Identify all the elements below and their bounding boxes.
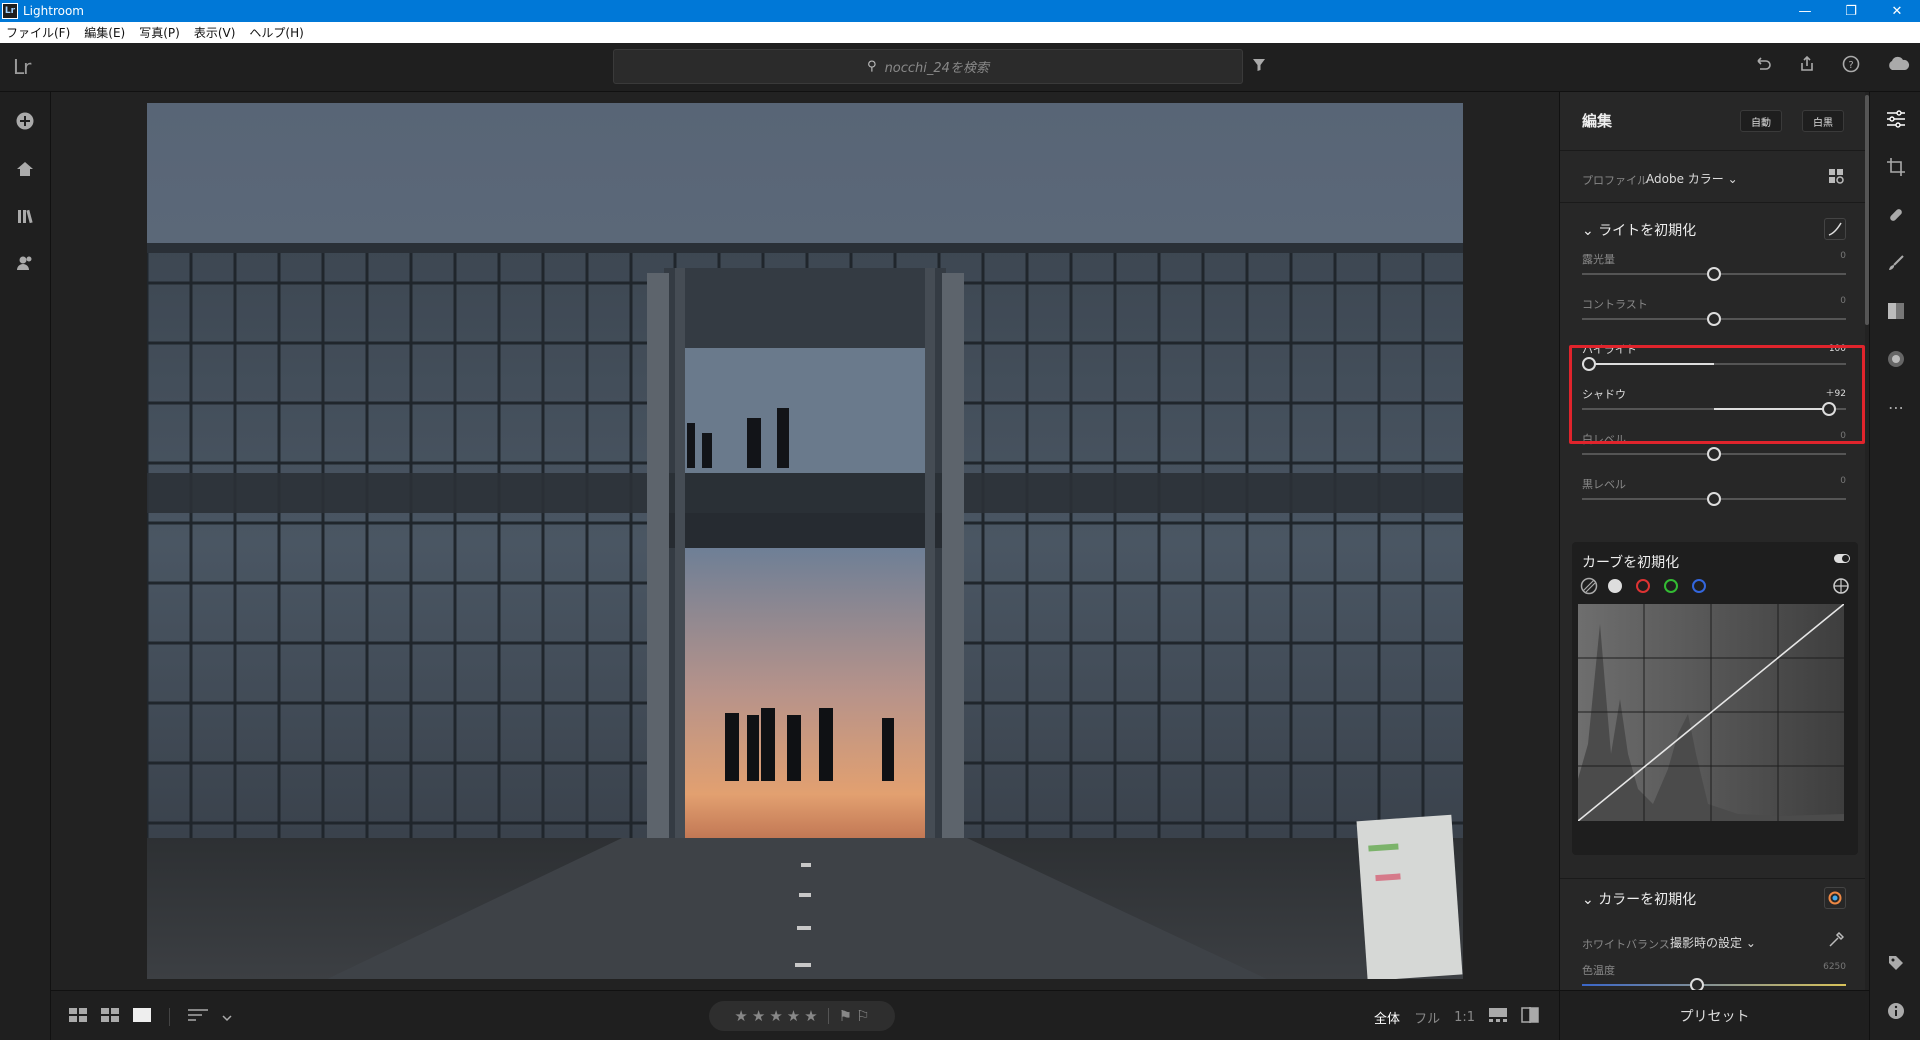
grid-view-icon[interactable] xyxy=(69,1007,87,1026)
star-4-icon[interactable]: ★ xyxy=(787,1007,800,1025)
chevron-down-icon[interactable] xyxy=(222,1007,232,1026)
zoom-1to1-button[interactable]: 1:1 xyxy=(1454,1010,1475,1025)
close-icon[interactable]: ✕ xyxy=(1874,0,1920,22)
divider xyxy=(1560,202,1869,203)
wb-label: ホワイトバランス xyxy=(1582,938,1670,951)
linear-gradient-icon[interactable] xyxy=(1885,300,1907,322)
sort-icon[interactable] xyxy=(188,1007,208,1026)
healing-icon[interactable] xyxy=(1885,204,1907,226)
lightroom-app-icon: Lr xyxy=(2,3,18,19)
menu-help[interactable]: ヘルプ(H) xyxy=(249,24,303,41)
detail-view-icon[interactable] xyxy=(133,1007,151,1026)
menu-bar: ファイル(F) 編集(E) 写真(P) 表示(V) ヘルプ(H) xyxy=(0,22,1920,43)
eyedropper-icon[interactable] xyxy=(1828,931,1845,952)
window-titlebar: Lr Lightroom — ❐ ✕ xyxy=(0,0,1920,22)
edit-icon[interactable] xyxy=(1885,108,1907,130)
color-section-header[interactable]: ⌄ カラーを初期化 xyxy=(1582,889,1696,909)
slider-temperature[interactable]: 色温度 6250 xyxy=(1582,962,1846,990)
tag-icon[interactable] xyxy=(1885,952,1907,974)
zoom-fill-button[interactable]: フル xyxy=(1414,1008,1440,1027)
radial-gradient-icon[interactable] xyxy=(1885,348,1907,370)
svg-text:?: ? xyxy=(1848,60,1853,71)
menu-photo[interactable]: 写真(P) xyxy=(139,24,180,41)
search-input[interactable]: ⚲ nocchi_24を検索 xyxy=(613,49,1243,84)
photo-canvas xyxy=(51,92,1559,990)
slider-knob[interactable] xyxy=(1707,447,1721,461)
minimize-icon[interactable]: — xyxy=(1782,0,1828,22)
highlight-annotation-box xyxy=(1569,345,1865,444)
reject-flag-icon[interactable]: ⚐ xyxy=(856,1007,869,1025)
photo-preview[interactable] xyxy=(147,103,1463,979)
tone-curve-card: カーブを初期化 xyxy=(1572,542,1858,855)
brush-icon[interactable] xyxy=(1885,252,1907,274)
auto-button[interactable]: 自動 xyxy=(1740,110,1782,132)
compare-icon[interactable] xyxy=(1521,1007,1539,1027)
slider-blacks[interactable]: 黒レベル 0 xyxy=(1582,476,1846,512)
add-photos-icon[interactable] xyxy=(14,110,36,132)
home-icon[interactable] xyxy=(14,158,36,180)
rgb-channel-icon[interactable] xyxy=(1608,579,1622,593)
menu-file[interactable]: ファイル(F) xyxy=(6,24,70,41)
slider-contrast[interactable]: コントラスト 0 xyxy=(1582,296,1846,332)
slider-knob[interactable] xyxy=(1707,267,1721,281)
filmstrip-icon[interactable] xyxy=(1489,1008,1507,1026)
light-section-header[interactable]: ⌄ ライトを初期化 xyxy=(1582,220,1696,240)
panel-title: 編集 xyxy=(1582,112,1613,130)
crop-icon[interactable] xyxy=(1885,156,1907,178)
red-channel-icon[interactable] xyxy=(1636,579,1650,593)
right-tool-rail: ⋯ xyxy=(1869,92,1920,1040)
menu-edit[interactable]: 編集(E) xyxy=(84,24,125,41)
divider xyxy=(827,1008,829,1024)
slider-knob[interactable] xyxy=(1689,978,1704,990)
filter-icon[interactable] xyxy=(1252,57,1266,76)
profile-label: プロファイル xyxy=(1582,174,1648,187)
tone-curve-icon[interactable] xyxy=(1824,218,1846,240)
divider xyxy=(1560,878,1869,879)
info-icon[interactable] xyxy=(1885,1000,1907,1022)
pick-flag-icon[interactable]: ⚑ xyxy=(839,1007,852,1025)
slider-knob[interactable] xyxy=(1707,492,1721,506)
curve-section-header[interactable]: カーブを初期化 xyxy=(1582,552,1679,572)
parametric-curve-icon[interactable] xyxy=(1580,577,1598,599)
tone-curve-graph[interactable] xyxy=(1577,603,1845,822)
star-3-icon[interactable]: ★ xyxy=(769,1007,782,1025)
star-2-icon[interactable]: ★ xyxy=(752,1007,765,1025)
profile-dropdown[interactable]: Adobe カラー ⌄ xyxy=(1646,170,1738,187)
zoom-fit-button[interactable]: 全体 xyxy=(1374,1008,1400,1027)
undo-icon[interactable] xyxy=(1754,55,1772,78)
search-icon: ⚲ xyxy=(867,59,877,74)
lr-logo[interactable]: Lr xyxy=(13,55,31,79)
divider xyxy=(1560,150,1869,151)
rating-flag-bar: ★ ★ ★ ★ ★ ⚑ ⚐ xyxy=(709,1001,895,1031)
wb-dropdown[interactable]: 撮影時の設定 ⌄ xyxy=(1670,934,1756,951)
share-icon[interactable] xyxy=(1798,55,1816,78)
target-adjust-icon[interactable] xyxy=(1832,577,1850,599)
color-mixer-icon[interactable] xyxy=(1824,887,1846,909)
bw-button[interactable]: 白黒 xyxy=(1802,110,1844,132)
blue-channel-icon[interactable] xyxy=(1692,579,1706,593)
more-icon[interactable]: ⋯ xyxy=(1885,396,1907,418)
menu-view[interactable]: 表示(V) xyxy=(194,24,236,41)
star-5-icon[interactable]: ★ xyxy=(804,1007,817,1025)
search-placeholder: nocchi_24を検索 xyxy=(884,61,989,76)
divider xyxy=(169,1007,170,1026)
cloud-icon[interactable] xyxy=(1886,55,1910,78)
restore-icon[interactable]: ❐ xyxy=(1828,0,1874,22)
library-icon[interactable] xyxy=(14,205,36,227)
left-rail xyxy=(0,92,51,1040)
slider-exposure[interactable]: 露光量 0 xyxy=(1582,251,1846,287)
edit-panel: 編集 自動 白黒 プロファイル Adobe カラー ⌄ ⌄ ライトを初期化 露光… xyxy=(1559,92,1869,990)
window-title: Lightroom xyxy=(23,4,84,18)
green-channel-icon[interactable] xyxy=(1664,579,1678,593)
bottom-toolbar: ★ ★ ★ ★ ★ ⚑ ⚐ 全体 フル 1:1 xyxy=(51,990,1559,1040)
people-icon[interactable] xyxy=(14,252,36,274)
help-icon[interactable]: ? xyxy=(1842,55,1860,78)
profile-browser-icon[interactable] xyxy=(1828,168,1846,186)
presets-button[interactable]: プリセット xyxy=(1559,990,1869,1040)
star-1-icon[interactable]: ★ xyxy=(734,1007,747,1025)
app-header: Lr ⚲ nocchi_24を検索 ? xyxy=(0,43,1920,92)
square-grid-icon[interactable] xyxy=(101,1007,119,1026)
curve-toggle[interactable] xyxy=(1834,554,1850,563)
slider-knob[interactable] xyxy=(1707,312,1721,326)
